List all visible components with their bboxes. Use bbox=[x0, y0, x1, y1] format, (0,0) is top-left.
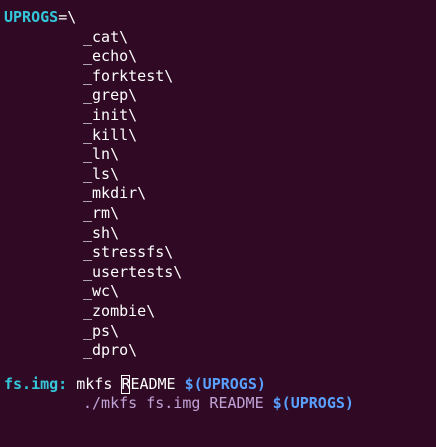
list-item: _cat\ bbox=[83, 27, 129, 46]
list-item: _forktest\ bbox=[83, 66, 174, 85]
list-item: _echo\ bbox=[83, 47, 138, 66]
list-item: _ls\ bbox=[83, 164, 120, 183]
target-uprogs-ref: $(UPROGS) bbox=[184, 374, 266, 393]
list-item: _mkdir\ bbox=[83, 184, 147, 203]
list-item: _dpro\ bbox=[83, 341, 138, 360]
list-item: _kill\ bbox=[83, 125, 138, 144]
list-item: _rm\ bbox=[83, 203, 120, 222]
list-item: _grep\ bbox=[83, 86, 138, 105]
target-prereq-prefix: mkfs bbox=[67, 374, 122, 393]
list-item: _sh\ bbox=[83, 223, 120, 242]
list-item: _ln\ bbox=[83, 145, 120, 164]
uprogs-definition-line: UPROGS=\ bbox=[4, 8, 436, 28]
fs-img-target-line: fs.img: mkfs README $(UPROGS) bbox=[4, 374, 436, 395]
terminal-view[interactable]: UPROGS=\ _cat\ _echo\ _forktest\ _grep\ … bbox=[4, 8, 436, 414]
uprogs-list: _cat\ _echo\ _forktest\ _grep\ _init\ _k… bbox=[4, 28, 436, 361]
list-item: _usertests\ bbox=[83, 262, 183, 281]
target-name: fs.img: bbox=[4, 374, 68, 393]
list-item: _zombie\ bbox=[83, 301, 156, 320]
list-item: _stressfs\ bbox=[83, 243, 174, 262]
recipe-command: ./mkfs fs.img README bbox=[83, 394, 273, 413]
list-item: _ps\ bbox=[83, 321, 120, 340]
assignment-operator: =\ bbox=[58, 8, 77, 26]
target-prereq-readme: EADME bbox=[130, 374, 185, 393]
list-item: _wc\ bbox=[83, 282, 120, 301]
fs-img-recipe-line: ./mkfs fs.img README $(UPROGS) bbox=[4, 394, 436, 414]
list-item: _init\ bbox=[83, 105, 138, 124]
recipe-uprogs-ref: $(UPROGS) bbox=[272, 394, 354, 413]
variable-name: UPROGS bbox=[4, 8, 59, 26]
